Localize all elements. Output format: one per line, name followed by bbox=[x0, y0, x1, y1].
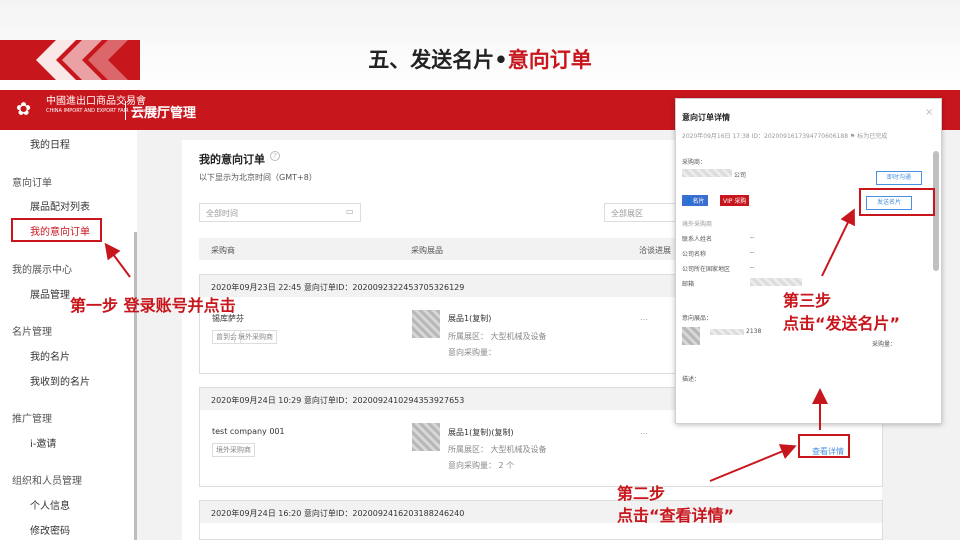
annotation-step3-title: 第三步 bbox=[783, 291, 832, 310]
annotation-step3-text: 点击“发送名片” bbox=[783, 314, 901, 333]
annotation-step1: 第一步 登录账号并点击 bbox=[70, 296, 236, 315]
annotation-arrows bbox=[104, 208, 855, 482]
annotation-step2-title: 第二步 bbox=[617, 484, 666, 503]
annotation-step2-text: 点击“查看详情” bbox=[617, 506, 735, 525]
arrow-step2-a bbox=[709, 444, 797, 482]
arrow-step3 bbox=[821, 208, 855, 277]
arrow-step1 bbox=[104, 242, 131, 278]
